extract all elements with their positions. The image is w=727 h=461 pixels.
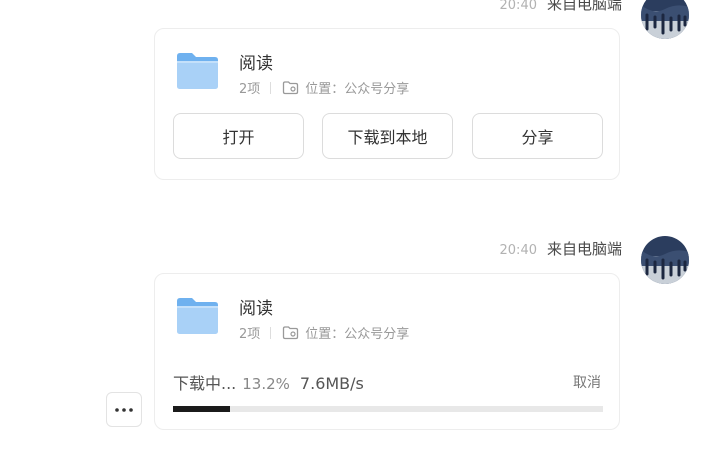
- download-status: 下载中... 13.2% 7.6MB/s: [173, 370, 364, 394]
- file-meta: 2项 位置：公众号分享: [239, 78, 409, 97]
- avatar[interactable]: [641, 236, 689, 284]
- avatar-image: [641, 0, 689, 39]
- download-progress-fill: [173, 406, 230, 412]
- message-sender: 来自电脑端: [546, 0, 622, 13]
- more-options-button[interactable]: [106, 392, 142, 427]
- meta-divider: [270, 81, 272, 94]
- file-card[interactable]: 阅读 2项 位置：公众号分享 打开 下载到本地 分享: [154, 28, 620, 180]
- open-button[interactable]: 打开: [173, 113, 304, 159]
- avatar[interactable]: [641, 0, 689, 39]
- avatar-image: [641, 236, 689, 284]
- file-meta: 2项 位置：公众号分享: [239, 323, 409, 342]
- folder-location-icon: [283, 81, 299, 95]
- message-2-header: 20:40 来自电脑端: [500, 238, 622, 259]
- download-percent: 13.2%: [242, 375, 290, 393]
- file-name: 阅读: [239, 299, 273, 319]
- folder-icon: [177, 298, 218, 334]
- message-time: 20:40: [499, 0, 537, 13]
- meta-divider: [270, 326, 272, 339]
- more-horizontal-icon: [115, 407, 133, 412]
- message-1-header: 20:40 来自电脑端: [500, 0, 622, 14]
- share-button[interactable]: 分享: [472, 113, 603, 159]
- cancel-download-button[interactable]: 取消: [573, 372, 601, 392]
- download-status-label: 下载中...: [173, 374, 237, 393]
- file-item-count: 2项: [239, 327, 261, 342]
- message-time: 20:40: [499, 243, 537, 258]
- download-speed: 7.6MB/s: [299, 374, 364, 393]
- download-to-local-button[interactable]: 下载到本地: [322, 113, 453, 159]
- file-name: 阅读: [239, 54, 273, 74]
- file-location[interactable]: 位置：公众号分享: [305, 323, 409, 342]
- message-sender: 来自电脑端: [546, 240, 622, 258]
- folder-location-icon: [283, 326, 299, 340]
- download-progress-bar: [173, 406, 603, 412]
- folder-icon: [177, 53, 218, 89]
- file-item-count: 2项: [239, 82, 261, 97]
- file-card-downloading[interactable]: 阅读 2项 位置：公众号分享 下载中... 13.2% 7.6MB/s 取消: [154, 273, 620, 430]
- file-location[interactable]: 位置：公众号分享: [305, 78, 409, 97]
